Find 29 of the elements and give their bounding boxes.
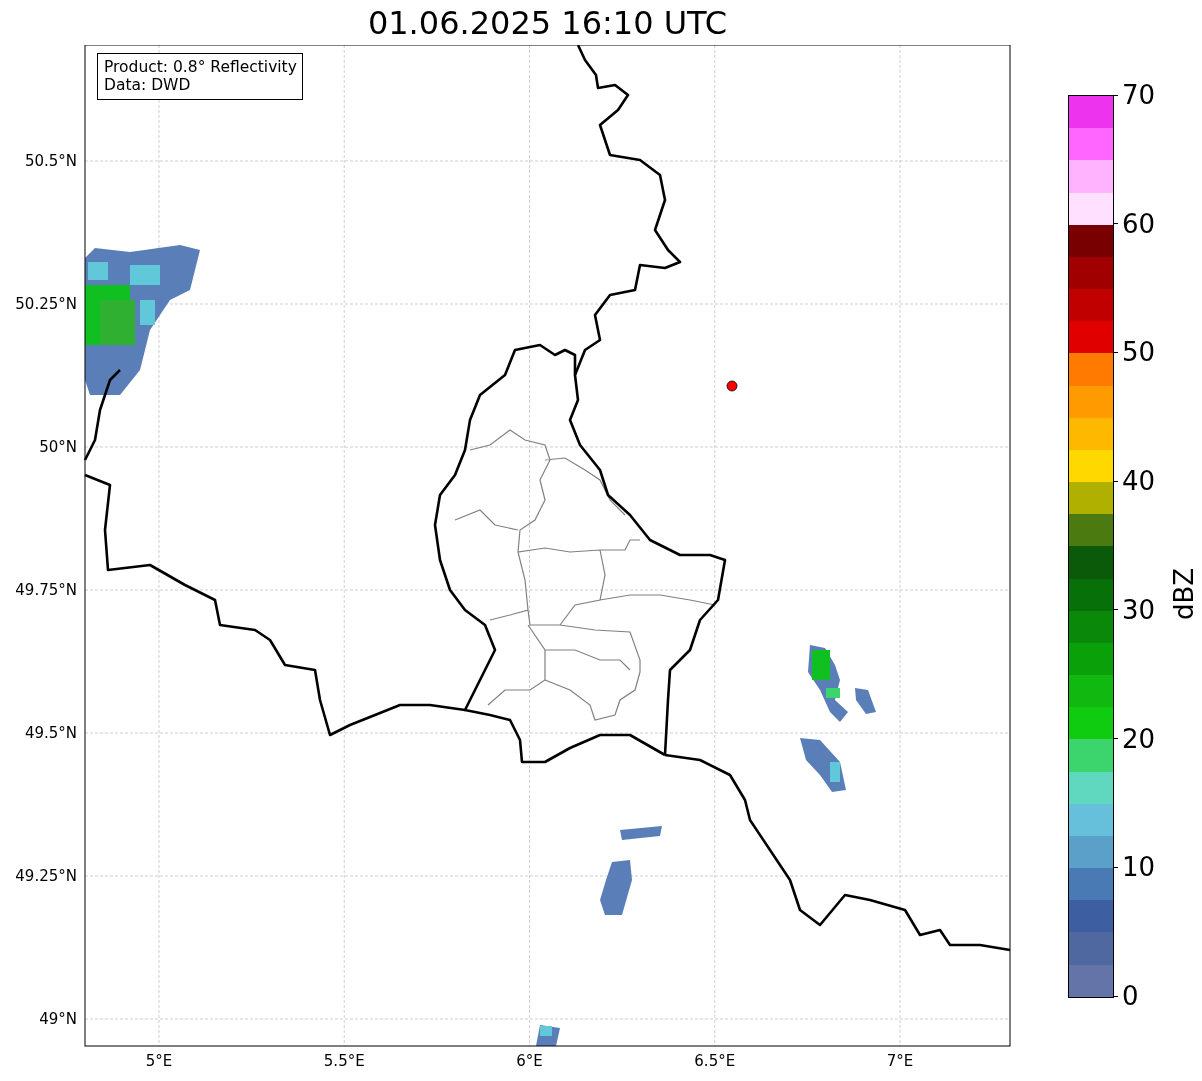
latitude-label: 50.5°N (24, 152, 77, 170)
colorbar-tick-label: 30 (1122, 594, 1156, 625)
colorbar-tick-label: 60 (1122, 208, 1156, 239)
radar-echo (536, 1025, 560, 1046)
radar-echo (855, 688, 876, 714)
colorbar-tick-label: 70 (1122, 80, 1156, 110)
info-box: Product: 0.8° Reflectivity Data: DWD (97, 53, 303, 100)
longitude-label: 5.5°E (323, 1052, 365, 1070)
chart-title: 01.06.2025 16:10 UTC (367, 3, 728, 42)
latitude-label: 49.25°N (15, 867, 77, 885)
colorbar-tick-label: 40 (1122, 466, 1156, 497)
longitude-label: 7°E (886, 1052, 914, 1070)
radar-echo (600, 860, 632, 915)
longitude-label: 6°E (516, 1052, 543, 1070)
colorbar-tick-label: 10 (1122, 852, 1156, 883)
latitude-label: 49°N (39, 1010, 77, 1028)
latitude-label: 49.75°N (15, 581, 77, 599)
latitude-label: 50°N (39, 438, 77, 456)
latitude-label: 50.25°N (15, 295, 77, 313)
radar-station-marker (726, 380, 738, 392)
latitude-label: 49.5°N (24, 724, 77, 742)
radar-echo (800, 738, 846, 792)
longitude-label: 5°E (145, 1052, 173, 1070)
radar-echo (620, 826, 662, 840)
colorbar-tick-label: 50 (1122, 337, 1156, 368)
colorbar-tick-label: 20 (1122, 723, 1156, 754)
colorbar-title: dBZ (1169, 567, 1200, 621)
longitude-label: 6.5°E (694, 1052, 736, 1070)
colorbar-tick-label: 0 (1122, 981, 1139, 1011)
